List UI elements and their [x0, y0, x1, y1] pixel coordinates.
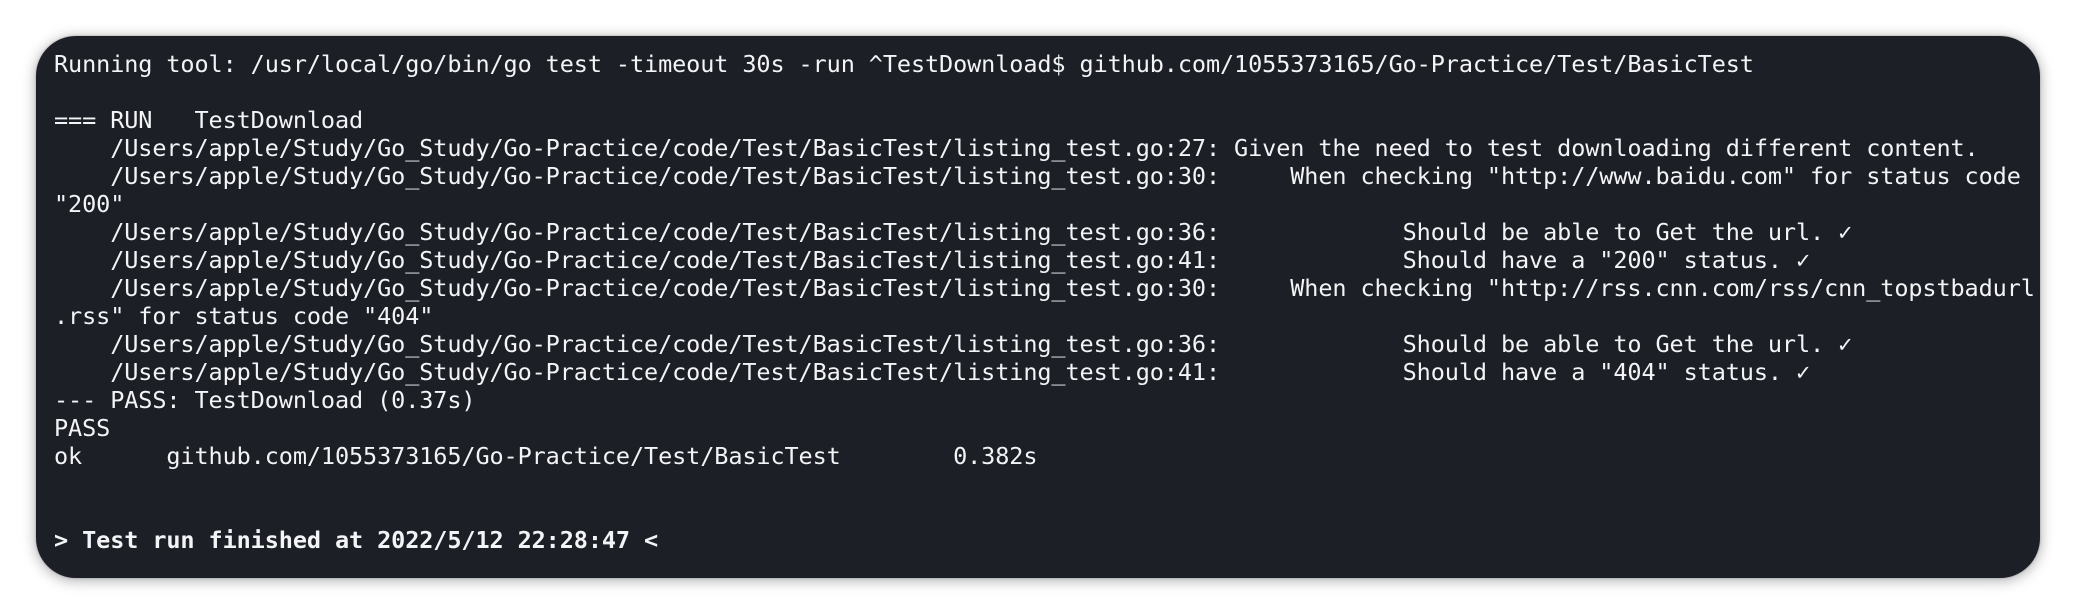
test-log-line-wrap: .rss" for status code "404": [54, 302, 434, 330]
test-pass-summary-line: --- PASS: TestDownload (0.37s): [54, 386, 476, 414]
test-log-line: /Users/apple/Study/Go_Study/Go-Practice/…: [54, 358, 1811, 386]
test-log-line: /Users/apple/Study/Go_Study/Go-Practice/…: [54, 218, 1853, 246]
test-log-line: /Users/apple/Study/Go_Study/Go-Practice/…: [54, 330, 1853, 358]
test-log-line-wrap: "200": [54, 190, 125, 218]
pass-line: PASS: [54, 414, 111, 442]
terminal-output-panel[interactable]: Running tool: /usr/local/go/bin/go test …: [36, 36, 2040, 578]
run-test-header-line: === RUN TestDownload: [54, 106, 364, 134]
running-tool-command-line: Running tool: /usr/local/go/bin/go test …: [54, 50, 1754, 78]
test-log-line: /Users/apple/Study/Go_Study/Go-Practice/…: [54, 274, 2035, 302]
test-log-line: /Users/apple/Study/Go_Study/Go-Practice/…: [54, 246, 1811, 274]
package-ok-line: ok github.com/1055373165/Go-Practice/Tes…: [54, 442, 1038, 470]
test-run-finished-line: > Test run finished at 2022/5/12 22:28:4…: [54, 526, 659, 554]
test-log-line: /Users/apple/Study/Go_Study/Go-Practice/…: [54, 162, 2021, 190]
test-log-line: /Users/apple/Study/Go_Study/Go-Practice/…: [54, 134, 1979, 162]
